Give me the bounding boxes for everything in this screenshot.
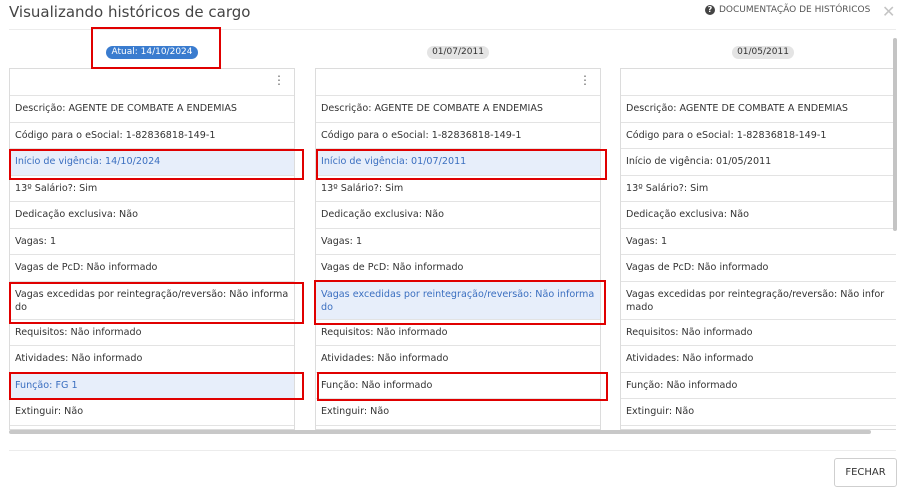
date-badge: 01/07/2011 — [427, 46, 489, 59]
field-esocial-code: Código para o eSocial: 1-82836818-149-1 — [316, 123, 600, 149]
more-options-icon[interactable]: ⋮ — [273, 74, 285, 86]
field-pcd-vacancies: Vagas de PcD: Não informado — [316, 255, 600, 282]
field-description: Descrição: AGENTE DE COMBATE A ENDEMIAS — [621, 96, 896, 123]
field-activities: Atividades: Não informado — [316, 346, 600, 373]
field-pcd-vacancies: Vagas de PcD: Não informado — [621, 255, 896, 282]
field-esocial-code: Código para o eSocial: 1-82836818-149-1 — [621, 123, 896, 149]
field-extinguish: Extinguir: Não — [10, 399, 294, 426]
column-header-2: 01/07/2011 — [315, 46, 601, 59]
footer-divider — [9, 450, 896, 451]
field-exceeded-vacancies: Vagas excedidas por reintegração/reversã… — [621, 282, 896, 320]
column-header-3: 01/05/2011 — [620, 46, 905, 59]
documentation-link[interactable]: ? DOCUMENTAÇÃO DE HISTÓRICOS — [705, 5, 870, 15]
column-toolbar: ⋮ — [316, 69, 600, 96]
annotation-box-exceeded-2 — [314, 280, 606, 325]
field-extinguish: Extinguir: Não — [316, 399, 600, 426]
field-activities: Atividades: Não informado — [10, 346, 294, 373]
history-column-3: Descrição: AGENTE DE COMBATE A ENDEMIAS … — [620, 68, 896, 430]
annotation-box-function-1 — [9, 372, 304, 400]
vertical-scrollbar[interactable] — [893, 38, 897, 231]
annotation-box-start-date-2 — [316, 149, 607, 180]
field-exclusive-dedication: Dedicação exclusiva: Não — [316, 202, 600, 229]
field-requirements: Requisitos: Não informado — [621, 320, 896, 346]
annotation-box-current-badge — [91, 27, 221, 69]
column-toolbar: ⋮ — [10, 69, 294, 96]
field-description: Descrição: AGENTE DE COMBATE A ENDEMIAS — [316, 96, 600, 123]
field-start-date: Início de vigência: 01/05/2011 — [621, 149, 896, 176]
column-toolbar — [621, 69, 896, 96]
annotation-box-exceeded-1 — [9, 282, 304, 324]
field-exclusive-dedication: Dedicação exclusiva: Não — [10, 202, 294, 229]
field-exclusive-dedication: Dedicação exclusiva: Não — [621, 202, 896, 229]
field-function: Função: Não informado — [621, 373, 896, 399]
date-badge: 01/05/2011 — [732, 46, 794, 59]
field-vacancies: Vagas: 1 — [316, 229, 600, 255]
field-pcd-vacancies: Vagas de PcD: Não informado — [10, 255, 294, 282]
field-description: Descrição: AGENTE DE COMBATE A ENDEMIAS — [10, 96, 294, 123]
dialog-title: Visualizando históricos de cargo — [9, 3, 251, 21]
field-extinguish: Extinguir: Não — [621, 399, 896, 426]
field-13th-salary: 13º Salário?: Sim — [621, 176, 896, 202]
field-esocial-code: Código para o eSocial: 1-82836818-149-1 — [10, 123, 294, 149]
field-vacancies: Vagas: 1 — [621, 229, 896, 255]
close-icon[interactable]: ✕ — [882, 2, 895, 21]
annotation-box-start-date-1 — [9, 149, 304, 180]
field-vacancies: Vagas: 1 — [10, 229, 294, 255]
more-options-icon[interactable]: ⋮ — [579, 74, 591, 86]
help-icon: ? — [705, 5, 715, 15]
horizontal-scrollbar[interactable] — [9, 430, 871, 434]
close-button[interactable]: FECHAR — [834, 458, 897, 487]
field-activities: Atividades: Não informado — [621, 346, 896, 373]
documentation-link-label: DOCUMENTAÇÃO DE HISTÓRICOS — [719, 5, 871, 15]
annotation-box-function-2 — [317, 372, 608, 401]
